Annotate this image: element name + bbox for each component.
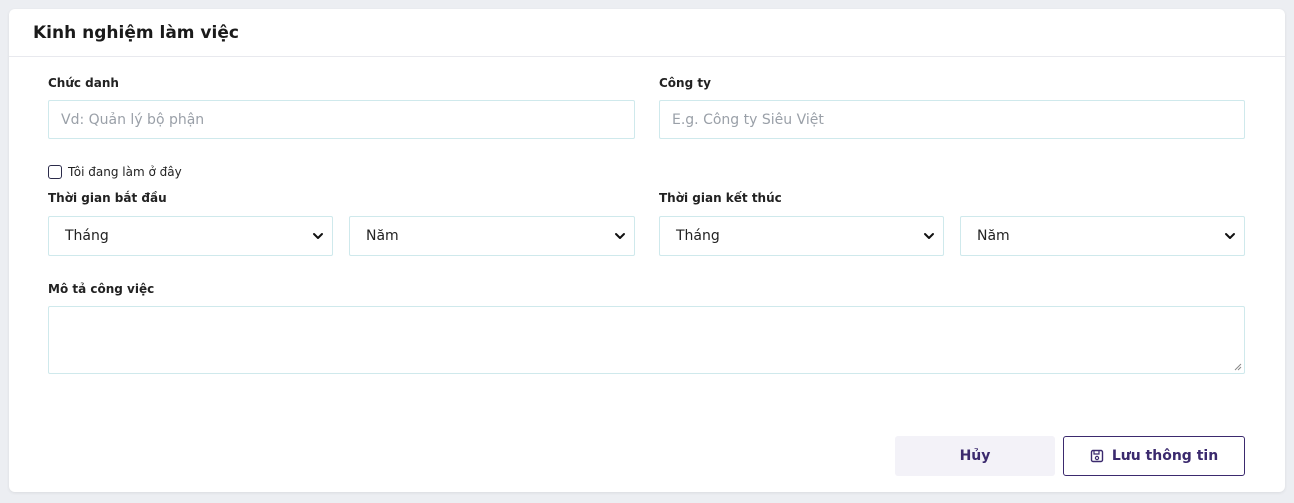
- card-header: Kinh nghiệm làm việc: [9, 9, 1285, 57]
- end-month-select[interactable]: Tháng: [659, 216, 944, 256]
- job-title-label: Chức danh: [48, 76, 119, 90]
- start-time-label: Thời gian bắt đầu: [48, 191, 167, 205]
- end-year-select[interactable]: Năm: [960, 216, 1245, 256]
- currently-working-row: Tôi đang làm ở đây: [48, 165, 182, 179]
- save-icon: [1090, 449, 1104, 463]
- description-textarea[interactable]: [48, 306, 1245, 374]
- job-title-placeholder: Vd: Quản lý bộ phận: [61, 111, 205, 128]
- start-month-value: Tháng: [65, 228, 109, 244]
- job-title-input[interactable]: Vd: Quản lý bộ phận: [48, 100, 635, 139]
- save-button-label: Lưu thông tin: [1111, 448, 1219, 464]
- chevron-down-icon: [924, 233, 934, 239]
- chevron-down-icon: [313, 233, 323, 239]
- chevron-down-icon: [1225, 233, 1235, 239]
- work-experience-card: Kinh nghiệm làm việc Chức danh Vd: Quản …: [9, 9, 1285, 492]
- save-button[interactable]: Lưu thông tin: [1063, 436, 1245, 476]
- start-month-select[interactable]: Tháng: [48, 216, 333, 256]
- end-year-value: Năm: [977, 228, 1010, 244]
- cancel-button[interactable]: Hủy: [895, 436, 1055, 476]
- end-time-label: Thời gian kết thúc: [659, 191, 782, 205]
- company-placeholder: E.g. Công ty Siêu Việt: [672, 111, 824, 128]
- currently-working-checkbox[interactable]: [48, 165, 62, 179]
- company-label: Công ty: [659, 76, 711, 90]
- chevron-down-icon: [615, 233, 625, 239]
- company-input[interactable]: E.g. Công ty Siêu Việt: [659, 100, 1245, 139]
- resize-grip-icon[interactable]: [1234, 363, 1242, 371]
- currently-working-label[interactable]: Tôi đang làm ở đây: [68, 165, 182, 179]
- start-year-value: Năm: [366, 228, 399, 244]
- start-year-select[interactable]: Năm: [349, 216, 635, 256]
- end-month-value: Tháng: [676, 228, 720, 244]
- cancel-button-label: Hủy: [959, 448, 991, 464]
- description-label: Mô tả công việc: [48, 282, 155, 296]
- card-title: Kinh nghiệm làm việc: [33, 22, 239, 43]
